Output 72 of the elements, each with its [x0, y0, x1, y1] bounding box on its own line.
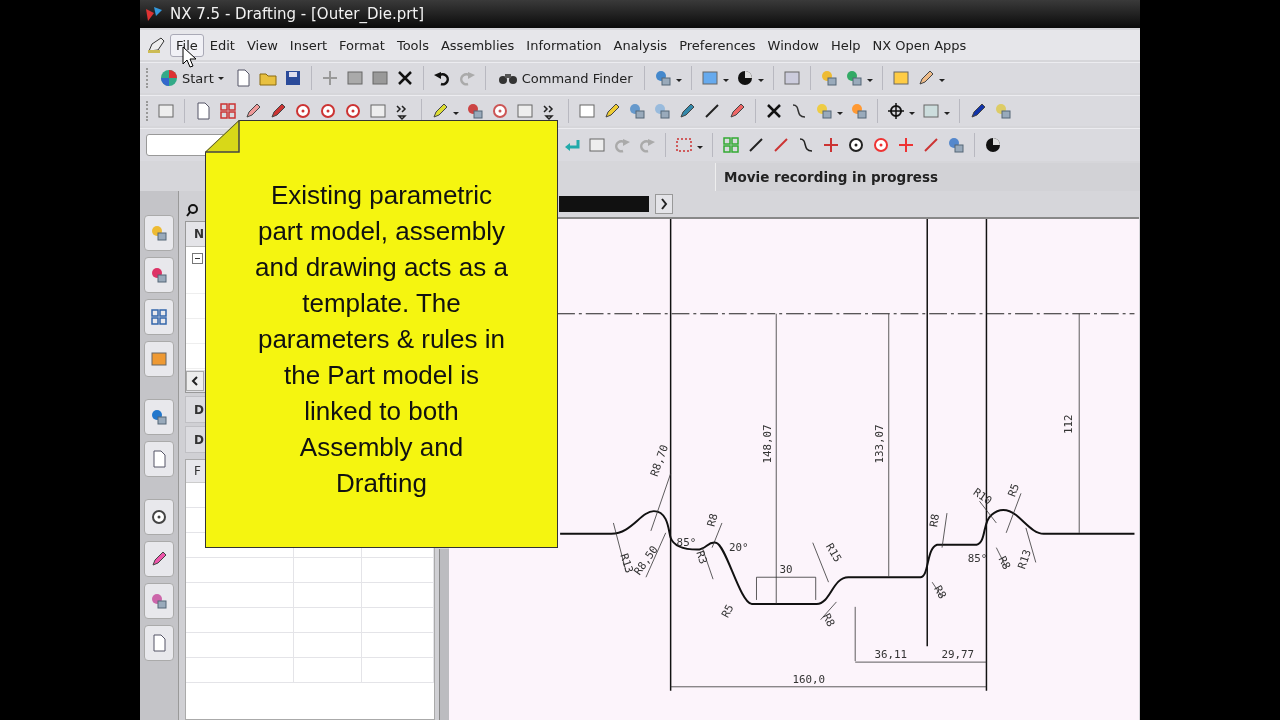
- menu-item[interactable]: Analysis: [607, 33, 674, 57]
- dimension-label: R8: [819, 610, 838, 629]
- dimension-label: 112: [1062, 414, 1076, 434]
- menu-item[interactable]: Help: [824, 33, 867, 57]
- resource-tab[interactable]: [144, 499, 174, 535]
- dimension-label: R5: [1005, 481, 1023, 499]
- menu-item[interactable]: NX Open Apps: [866, 33, 973, 57]
- crosshair-icon[interactable]: [886, 101, 906, 121]
- pencil-icon[interactable]: [727, 101, 747, 121]
- chevron-right-icon: [660, 197, 668, 210]
- dimension-label: 20°: [728, 540, 749, 554]
- column-header: F: [194, 464, 201, 478]
- start-button[interactable]: Start: [156, 68, 228, 88]
- start-icon: [159, 68, 179, 88]
- circle-icon[interactable]: [293, 101, 313, 121]
- pencil-icon[interactable]: [602, 101, 622, 121]
- pencil-icon[interactable]: [149, 549, 169, 569]
- menu-item[interactable]: Tools: [390, 33, 435, 57]
- circle-icon[interactable]: [490, 101, 510, 121]
- resource-tab[interactable]: [144, 541, 174, 577]
- grid-icon[interactable]: [149, 307, 169, 327]
- dimension-label: 29,77: [941, 647, 975, 661]
- menu-item[interactable]: Format: [333, 33, 391, 57]
- dimension-label: R8: [931, 583, 950, 601]
- dimension-label: R8: [927, 512, 943, 528]
- dimension-label: R5: [718, 601, 737, 620]
- sphere-icon[interactable]: [983, 135, 1003, 155]
- circle-icon[interactable]: [318, 101, 338, 121]
- dimension-label: 85°: [967, 552, 988, 566]
- menu-item[interactable]: Assemblies: [434, 33, 521, 57]
- pencil-icon[interactable]: [677, 101, 697, 121]
- menu-item[interactable]: View: [240, 33, 284, 57]
- scroll-left-button[interactable]: [186, 371, 204, 391]
- menu-item[interactable]: Insert: [283, 33, 334, 57]
- dimension-label: 85°: [676, 535, 697, 549]
- callout-text: Existing parametric part model, assembly and drawing acts as a template. The parameters & rules in the Part model is linked to both Assembly and Drafting: [254, 179, 509, 500]
- circle-icon[interactable]: [149, 507, 169, 527]
- dimension-label: R8,70: [647, 442, 672, 478]
- command-finder-button[interactable]: Command Finder: [493, 69, 636, 87]
- window-title: NX 7.5 - Drafting - [Outer_Die.prt]: [170, 5, 425, 23]
- plus-icon[interactable]: [896, 135, 916, 155]
- circle-icon[interactable]: [846, 135, 866, 155]
- dimension-label: R3: [693, 548, 710, 566]
- folded-corner-icon: [205, 120, 241, 154]
- dimension-label: 160,0: [792, 672, 826, 686]
- dimension-label: 133,07: [872, 424, 886, 464]
- dimension-label: 30: [779, 562, 793, 576]
- collapse-icon[interactable]: [192, 252, 203, 264]
- dimension-label: R13: [1015, 547, 1034, 571]
- status-message: Movie recording in progress: [724, 169, 939, 185]
- menu-item[interactable]: File: [170, 33, 204, 57]
- chevron-left-icon: [191, 376, 199, 386]
- menu-item[interactable]: Information: [520, 33, 608, 57]
- menu-item[interactable]: Preferences: [673, 33, 762, 57]
- grid-icon[interactable]: [218, 101, 238, 121]
- square-icon[interactable]: [515, 101, 535, 121]
- dimension-label: 148,07: [761, 424, 775, 464]
- pencil-icon[interactable]: [968, 101, 988, 121]
- circle-icon[interactable]: [343, 101, 363, 121]
- menu-item[interactable]: Window: [761, 33, 825, 57]
- tool-icon[interactable]: [465, 101, 485, 121]
- dimension-label: R10: [970, 485, 995, 507]
- dimension-label: R8: [995, 553, 1014, 572]
- dimension-label: 36,11: [874, 647, 908, 661]
- scroll-right-button[interactable]: [655, 193, 673, 214]
- square-icon[interactable]: [368, 101, 388, 121]
- sheet-tab[interactable]: [559, 195, 649, 212]
- menu-item[interactable]: Edit: [203, 33, 241, 57]
- plus-icon[interactable]: [821, 135, 841, 155]
- dimension-label: R8: [704, 511, 721, 528]
- column-label: N: [194, 227, 205, 241]
- app-logo-icon: [144, 5, 164, 23]
